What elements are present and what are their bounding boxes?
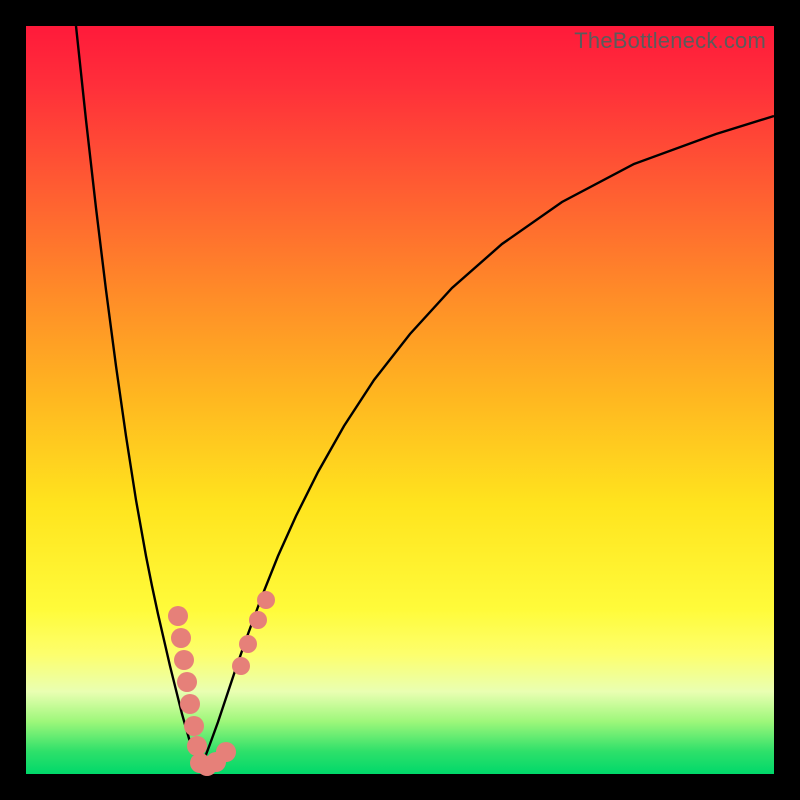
curve-marker xyxy=(216,742,236,762)
curve-marker xyxy=(180,694,200,714)
curve-marker xyxy=(232,657,250,675)
curve-marker xyxy=(174,650,194,670)
chart-plot-area: TheBottleneck.com xyxy=(26,26,774,774)
chart-svg xyxy=(26,26,774,774)
curve-right-branch xyxy=(200,116,774,768)
curve-marker xyxy=(177,672,197,692)
chart-frame: TheBottleneck.com xyxy=(0,0,800,800)
curve-marker xyxy=(249,611,267,629)
curve-marker xyxy=(187,736,207,756)
curve-marker xyxy=(257,591,275,609)
curve-marker xyxy=(168,606,188,626)
curve-marker xyxy=(239,635,257,653)
curve-marker xyxy=(171,628,191,648)
curve-marker xyxy=(184,716,204,736)
curve-markers xyxy=(168,591,275,776)
